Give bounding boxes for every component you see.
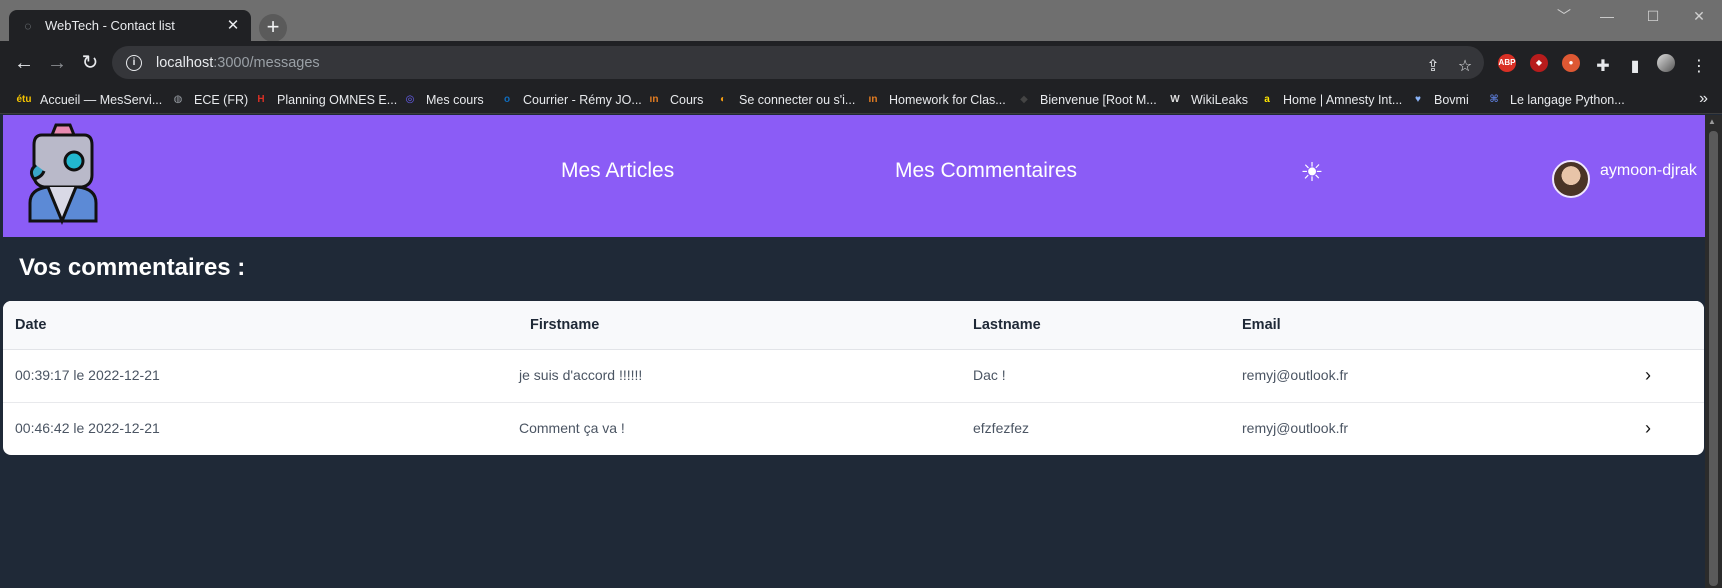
column-header-date: Date (15, 317, 47, 333)
share-icon[interactable]: ⇪ (1424, 58, 1442, 76)
comments-table: Date Firstname Lastname Email 00:39:17 l… (3, 301, 1704, 455)
browser-tab-bar: ◌ WebTech - Contact list ✕ + ﹀ — ☐ ✕ (0, 0, 1722, 42)
bookmark-favicon-icon: ın (868, 94, 878, 105)
extensions-puzzle-icon[interactable]: ✚ (1594, 58, 1612, 76)
bookmark-label: Home | Amnesty Int... (1283, 93, 1403, 107)
column-header-lastname: Lastname (973, 317, 1041, 333)
bookmark-favicon-icon: ⌘ (1489, 94, 1499, 105)
chevron-right-icon[interactable]: › (1638, 364, 1658, 386)
nav-my-comments[interactable]: Mes Commentaires (895, 159, 1077, 183)
site-header: Mes Articles Mes Commentaires ☀ aymoon-d… (3, 115, 1705, 237)
forward-arrow-icon[interactable]: → (45, 51, 69, 75)
site-info-icon[interactable]: i (126, 54, 142, 71)
bookmark-label: Bovmi (1434, 93, 1469, 107)
profile-avatar-icon[interactable] (1657, 54, 1675, 72)
bookmark-favicon-icon: H (257, 94, 265, 105)
bookmark-item[interactable]: ın Cours (646, 91, 704, 109)
url-host: localhost (156, 54, 214, 71)
bookmark-item[interactable]: étu Accueil — MesServi... (16, 91, 163, 109)
bookmark-favicon-icon: ın (649, 94, 659, 105)
bookmark-label: Planning OMNES E... (277, 93, 398, 107)
cell-date: 00:39:17 le 2022-12-21 (15, 367, 160, 383)
bookmark-favicon-icon: étu (16, 94, 32, 105)
cell-lastname: Dac ! (973, 367, 1006, 383)
duckduckgo-icon[interactable]: ● (1562, 54, 1580, 72)
tab-search-icon[interactable]: ﹀ (1541, 4, 1587, 28)
maximize-button[interactable]: ☐ (1630, 4, 1676, 28)
bookmark-item[interactable]: ◍ ECE (FR) (170, 91, 249, 109)
back-arrow-icon[interactable]: ← (12, 51, 36, 75)
address-bar[interactable]: i localhost:3000/messages (112, 46, 1484, 79)
bookmark-favicon-icon: W (1170, 94, 1180, 105)
bookmark-label: Le langage Python... (1510, 93, 1625, 107)
robot-logo-icon[interactable] (22, 121, 104, 225)
side-panel-icon[interactable]: ▮ (1626, 58, 1644, 76)
bookmark-item[interactable]: W WikiLeaks (1167, 91, 1248, 109)
bookmark-label: Mes cours (426, 93, 484, 107)
bookmark-label: ECE (FR) (194, 93, 249, 107)
table-row[interactable]: 00:46:42 le 2022-12-21 Comment ça va ! e… (3, 403, 1704, 455)
bookmark-item[interactable]: ◐ Se connecter ou s'i... (715, 91, 855, 109)
cell-firstname: je suis d'accord !!!!!! (519, 367, 643, 383)
user-avatar[interactable] (1552, 160, 1590, 198)
column-header-email: Email (1242, 317, 1281, 333)
bookmark-item[interactable]: o Courrier - Rémy JO... (499, 91, 642, 109)
bookmark-favicon-icon: ◍ (173, 94, 183, 105)
minimize-button[interactable]: — (1584, 4, 1630, 28)
new-tab-button[interactable]: + (259, 14, 287, 42)
bookmark-item[interactable]: ⌘ Le langage Python... (1486, 91, 1625, 109)
scrollbar-thumb[interactable] (1709, 131, 1718, 586)
bookmark-item[interactable]: ın Homework for Clas... (865, 91, 1006, 109)
close-window-button[interactable]: ✕ (1676, 4, 1722, 28)
tab-close-icon[interactable]: ✕ (225, 17, 241, 34)
cell-email: remyj@outlook.fr (1242, 367, 1349, 383)
bookmark-item[interactable]: a Home | Amnesty Int... (1259, 91, 1402, 109)
bookmark-favicon-icon: ♥ (1415, 94, 1421, 105)
kebab-menu-icon[interactable]: ⋮ (1690, 58, 1708, 76)
table-row[interactable]: 00:39:17 le 2022-12-21 je suis d'accord … (3, 350, 1704, 403)
bookmark-favicon-icon: o (503, 94, 511, 105)
sun-theme-toggle-icon[interactable]: ☀ (1299, 159, 1325, 185)
username[interactable]: aymoon-djrak (1600, 162, 1697, 180)
table-header: Date Firstname Lastname Email (3, 301, 1704, 350)
bookmark-item[interactable]: ♥ Bovmi (1410, 91, 1469, 109)
reload-icon[interactable]: ↻ (78, 51, 102, 75)
browser-toolbar: ← → ↻ i localhost:3000/messages ⇪ ☆ ABP … (0, 41, 1722, 85)
cell-date: 00:46:42 le 2022-12-21 (15, 420, 160, 436)
bookmark-star-icon[interactable]: ☆ (1456, 58, 1474, 76)
bookmarks-bar: » étu Accueil — MesServi... ◍ ECE (FR) H Plan… (0, 85, 1722, 114)
bookmark-label: Homework for Clas... (889, 93, 1006, 107)
bookmark-label: Bienvenue [Root M... (1040, 93, 1157, 107)
chevron-right-icon[interactable]: › (1638, 417, 1658, 439)
scroll-up-arrow-icon[interactable]: ▲ (1708, 117, 1716, 126)
cell-lastname: efzfezfez (973, 420, 1030, 436)
bookmark-favicon-icon: ◆ (1020, 94, 1028, 105)
bookmark-label: Cours (670, 93, 704, 107)
bookmark-label: Se connecter ou s'i... (739, 93, 856, 107)
bookmark-label: Courrier - Rémy JO... (523, 93, 642, 107)
tab-title: WebTech - Contact list (45, 18, 175, 33)
page-title: Vos commentaires : (19, 254, 246, 281)
globe-favicon-icon: ◌ (24, 18, 32, 33)
bookmark-favicon-icon: ◎ (405, 94, 415, 105)
bookmark-item[interactable]: ◆ Bienvenue [Root M... (1016, 91, 1157, 109)
ublock-icon[interactable]: ◆ (1530, 54, 1548, 72)
bookmarks-overflow-icon[interactable]: » (1699, 90, 1708, 108)
page-scrollbar[interactable]: ▲ (1705, 115, 1722, 588)
cell-email: remyj@outlook.fr (1242, 420, 1349, 436)
url-path: :3000/messages (213, 54, 320, 71)
bookmark-favicon-icon: a (1264, 94, 1270, 105)
column-header-firstname: Firstname (530, 317, 600, 333)
adblock-plus-icon[interactable]: ABP (1498, 54, 1516, 72)
bookmark-label: WikiLeaks (1191, 93, 1248, 107)
browser-tab[interactable]: ◌ WebTech - Contact list ✕ (9, 10, 251, 41)
bookmark-label: Accueil — MesServi... (40, 93, 163, 107)
bookmark-item[interactable]: H Planning OMNES E... (253, 91, 397, 109)
nav-my-articles[interactable]: Mes Articles (561, 159, 674, 183)
cell-firstname: Comment ça va ! (519, 420, 625, 436)
bookmark-item[interactable]: ◎ Mes cours (402, 91, 484, 109)
bookmark-favicon-icon: ◐ (719, 94, 727, 105)
